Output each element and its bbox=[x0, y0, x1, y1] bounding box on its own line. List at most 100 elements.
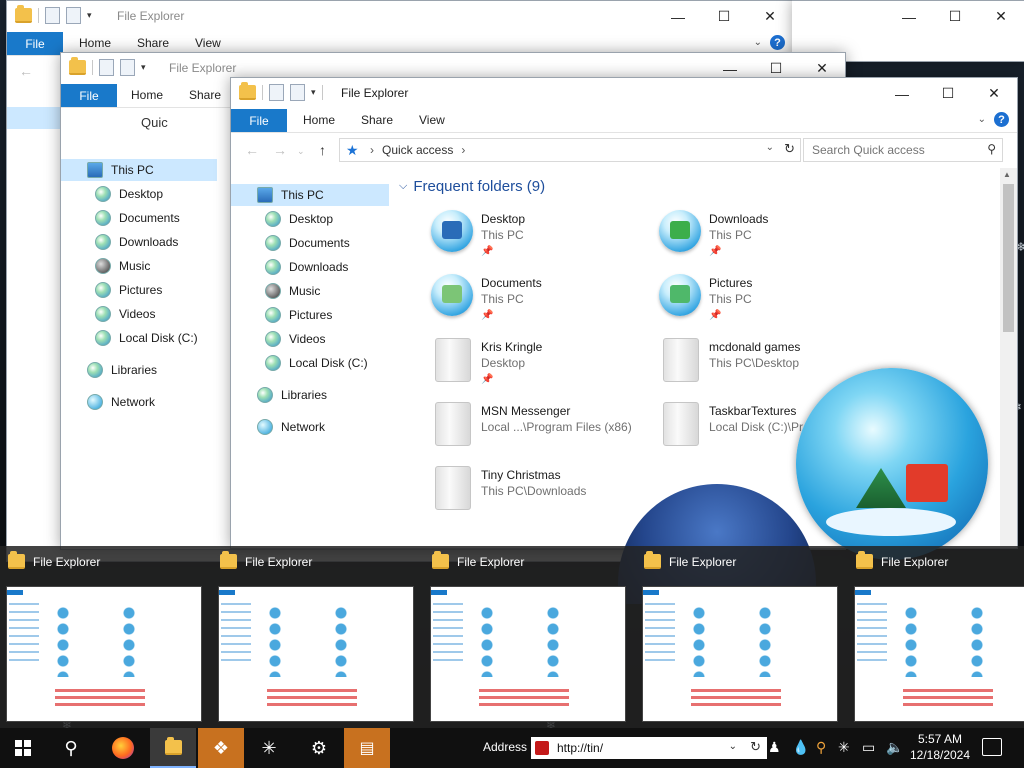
thumbnail-window-2[interactable]: File Explorer bbox=[214, 546, 414, 728]
file-explorer-button[interactable] bbox=[150, 728, 196, 768]
nav-item-network[interactable]: Network bbox=[231, 416, 325, 438]
user-tray-icon[interactable]: ♟ bbox=[768, 739, 781, 756]
tab-file[interactable]: File bbox=[7, 32, 63, 55]
minimize-button[interactable]: — bbox=[886, 1, 932, 32]
refresh-icon[interactable]: ↻ bbox=[750, 739, 761, 755]
crumb-quick-access[interactable]: Quick access bbox=[382, 143, 453, 157]
nav-item-libraries[interactable]: Libraries bbox=[61, 359, 157, 381]
nav-item-desktop[interactable]: Desktop bbox=[61, 183, 163, 205]
chevron-down-icon[interactable]: ⌄ bbox=[729, 741, 737, 752]
close-button[interactable]: ✕ bbox=[978, 1, 1024, 32]
app-button-1[interactable]: ❖ bbox=[198, 728, 244, 768]
up-arrow-icon[interactable]: ↑ bbox=[319, 142, 326, 158]
window-preview[interactable] bbox=[642, 586, 838, 722]
folder-tile-documents[interactable]: Documents This PC 📌 bbox=[431, 272, 651, 328]
clock[interactable]: 5:57 AM 12/18/2024 bbox=[908, 731, 972, 763]
nav-item-videos[interactable]: Videos bbox=[231, 328, 325, 350]
chevron-down-icon[interactable]: ▾ bbox=[87, 10, 92, 21]
tab-view[interactable]: View bbox=[419, 113, 445, 127]
nav-item-desktop[interactable]: Desktop bbox=[231, 208, 333, 230]
app-button-2[interactable]: ✳ bbox=[246, 728, 292, 768]
window-preview[interactable] bbox=[854, 586, 1024, 722]
new-folder-icon[interactable] bbox=[290, 84, 305, 101]
maximize-button[interactable]: ☐ bbox=[925, 78, 971, 109]
search-tray-icon[interactable]: ⚲ bbox=[816, 739, 826, 756]
title-bar[interactable]: ▾ File Explorer — ☐ ✕ bbox=[231, 78, 1017, 109]
new-folder-icon[interactable] bbox=[120, 59, 135, 76]
maximize-button[interactable]: ☐ bbox=[701, 1, 747, 32]
scrollbar-thumb[interactable] bbox=[1003, 184, 1014, 332]
nav-item-music[interactable]: Music bbox=[61, 255, 150, 277]
nav-item-local-disk[interactable]: Local Disk (C:) bbox=[61, 327, 198, 349]
notification-center-icon[interactable] bbox=[982, 738, 1002, 756]
address-input[interactable] bbox=[555, 740, 729, 756]
tab-share[interactable]: Share bbox=[361, 113, 393, 127]
properties-icon[interactable] bbox=[99, 59, 114, 76]
minimize-button[interactable]: — bbox=[879, 78, 925, 109]
close-button[interactable]: ✕ bbox=[747, 1, 793, 32]
folder-tile-kris-kringle[interactable]: Kris Kringle Desktop 📌 bbox=[431, 336, 651, 392]
thumbnail-window-5[interactable]: File Explorer bbox=[850, 546, 1024, 728]
chevron-down-icon[interactable]: ⌄ bbox=[766, 142, 774, 153]
nav-item-libraries[interactable]: Libraries bbox=[231, 384, 327, 406]
network-icon[interactable]: ▭ bbox=[862, 739, 875, 756]
help-icon[interactable]: ? bbox=[994, 112, 1009, 127]
chevron-down-icon[interactable]: ⌄ bbox=[978, 114, 986, 125]
scroll-up-icon[interactable]: ▲ bbox=[1003, 170, 1011, 179]
refresh-icon[interactable]: ↻ bbox=[784, 141, 795, 157]
folder-tile-msn-messenger[interactable]: MSN Messenger Local ...\Program Files (x… bbox=[431, 400, 651, 456]
chevron-down-icon[interactable]: ▾ bbox=[311, 87, 316, 98]
volume-icon[interactable]: 🔈 bbox=[886, 739, 903, 756]
settings-button[interactable]: ⚙ bbox=[296, 728, 342, 768]
thumbnail-window-3[interactable]: File Explorer bbox=[426, 546, 626, 728]
vertical-scrollbar[interactable]: ▲ bbox=[1000, 168, 1017, 548]
app-button-3[interactable]: ▤ bbox=[344, 728, 390, 768]
tab-view[interactable]: View bbox=[195, 36, 221, 50]
nav-item-pictures[interactable]: Pictures bbox=[61, 279, 162, 301]
thumbnail-window-1[interactable]: File Explorer bbox=[2, 546, 202, 728]
folder-tile-desktop[interactable]: Desktop This PC 📌 bbox=[431, 208, 651, 264]
nav-item-network[interactable]: Network bbox=[61, 391, 155, 413]
nav-item-this-pc[interactable]: This PC bbox=[231, 184, 389, 206]
new-folder-icon[interactable] bbox=[66, 7, 81, 24]
forward-arrow-icon[interactable]: → bbox=[273, 142, 287, 158]
back-arrow-icon[interactable]: ← bbox=[245, 142, 259, 158]
recent-locations-icon[interactable]: ⌄ bbox=[297, 146, 305, 157]
window-preview[interactable] bbox=[430, 586, 626, 722]
properties-icon[interactable] bbox=[45, 7, 60, 24]
nav-item-local-disk[interactable]: Local Disk (C:) bbox=[231, 352, 368, 374]
minimize-button[interactable]: — bbox=[655, 1, 701, 32]
nav-item-downloads[interactable]: Downloads bbox=[61, 231, 178, 253]
folder-tile-downloads[interactable]: Downloads This PC 📌 bbox=[659, 208, 879, 264]
folder-tile-pictures[interactable]: Pictures This PC 📌 bbox=[659, 272, 879, 328]
chevron-down-icon[interactable]: ⌄ bbox=[754, 37, 762, 48]
back-arrow-icon[interactable]: ← bbox=[19, 63, 33, 79]
tab-home[interactable]: Home bbox=[79, 36, 111, 50]
nav-item-music[interactable]: Music bbox=[231, 280, 320, 302]
nav-item-documents[interactable]: Documents bbox=[61, 207, 180, 229]
nav-item-pictures[interactable]: Pictures bbox=[231, 304, 332, 326]
nav-item-documents[interactable]: Documents bbox=[231, 232, 350, 254]
tab-home[interactable]: Home bbox=[303, 113, 335, 127]
address-field[interactable]: ★ › Quick access › ⌄ ↻ bbox=[339, 138, 801, 162]
window-preview[interactable] bbox=[218, 586, 414, 722]
window-preview[interactable] bbox=[6, 586, 202, 722]
help-icon[interactable]: ? bbox=[770, 35, 785, 50]
properties-icon[interactable] bbox=[269, 84, 284, 101]
asterisk-icon[interactable]: ✳ bbox=[838, 739, 850, 756]
frequent-folders-header[interactable]: ⌵ Frequent folders (9) bbox=[399, 178, 545, 195]
search-button[interactable]: ⚲ bbox=[48, 728, 94, 768]
tab-home[interactable]: Home bbox=[131, 88, 163, 102]
search-box[interactable]: ⚲ bbox=[803, 138, 1003, 162]
chevron-down-icon[interactable]: ▾ bbox=[141, 62, 146, 73]
tab-file[interactable]: File bbox=[231, 109, 287, 132]
water-drop-icon[interactable]: 💧 bbox=[792, 739, 809, 756]
close-button[interactable]: ✕ bbox=[971, 78, 1017, 109]
firefox-button[interactable] bbox=[100, 728, 146, 768]
start-button[interactable] bbox=[0, 728, 46, 768]
nav-item-videos[interactable]: Videos bbox=[61, 303, 155, 325]
maximize-button[interactable]: ☐ bbox=[932, 1, 978, 32]
nav-item-downloads[interactable]: Downloads bbox=[231, 256, 348, 278]
nav-item-this-pc[interactable]: This PC bbox=[61, 159, 217, 181]
tab-share[interactable]: Share bbox=[189, 88, 221, 102]
